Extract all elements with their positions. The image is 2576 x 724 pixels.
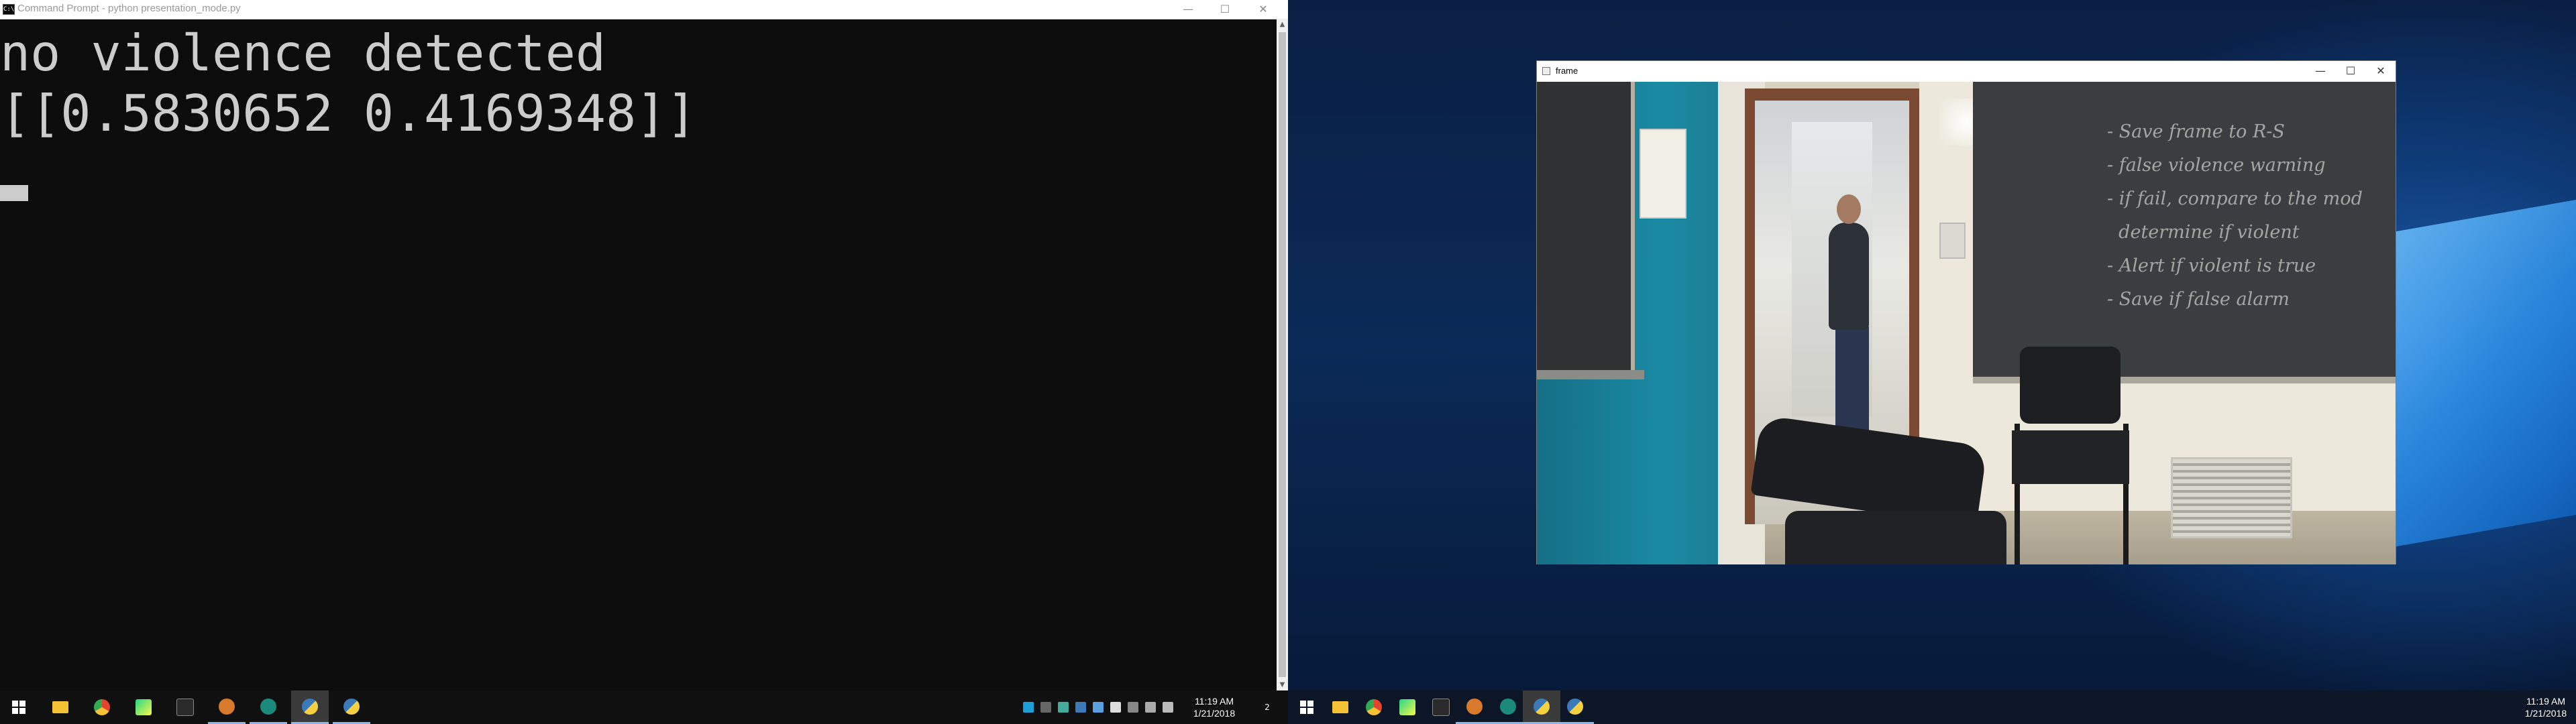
person-head: [1837, 194, 1861, 224]
minimize-button[interactable]: —: [2305, 61, 2336, 81]
keyboard-icon[interactable]: [1128, 702, 1138, 713]
taskbar-command-prompt[interactable]: [166, 690, 204, 724]
close-button[interactable]: ✕: [1248, 0, 1279, 19]
chrome-icon: [94, 699, 110, 715]
wall-outlet: [1939, 223, 1966, 259]
left-chalkboard: [1537, 82, 1635, 377]
notification-count: 2: [1265, 703, 1270, 712]
orange-app-icon: [1466, 698, 1483, 715]
frame-titlebar[interactable]: frame — ☐ ✕: [1537, 61, 2396, 81]
pycharm-icon: [136, 699, 152, 715]
close-button[interactable]: ✕: [2365, 61, 2396, 81]
taskbar-python-running[interactable]: [333, 690, 370, 724]
teal-circle-icon: [260, 698, 276, 715]
windows-wallpaper-logo: [2381, 194, 2576, 550]
console-output[interactable]: no violence detected [[0.5830652 0.416934…: [0, 23, 1271, 143]
taskbar-pycharm[interactable]: [1389, 690, 1426, 724]
taskbar-file-explorer[interactable]: [1322, 690, 1359, 724]
wall-vent: [2171, 457, 2292, 538]
taskbar-python-active[interactable]: [291, 690, 329, 724]
maximize-button[interactable]: ☐: [1210, 0, 1240, 19]
cmd-window-title: Command Prompt - python presentation_mod…: [17, 3, 241, 14]
python-icon: [302, 698, 318, 715]
python-icon: [1534, 698, 1550, 715]
notification-center-button[interactable]: 2: [1259, 699, 1275, 715]
frame-window: frame — ☐ ✕ - Save frame to R-S - false …: [1536, 60, 2396, 564]
output-line-probabilities: [[0.5830652 0.4169348]]: [0, 84, 697, 143]
taskbar-app-orange[interactable]: [1456, 690, 1493, 724]
taskbar-pycharm[interactable]: [125, 690, 162, 724]
wall-poster: [1640, 129, 1686, 219]
maximize-button[interactable]: ☐: [2335, 61, 2366, 81]
taskbar-app-teal[interactable]: [250, 690, 287, 724]
volume-icon[interactable]: [1163, 702, 1173, 713]
taskbar-file-explorer[interactable]: [42, 690, 79, 724]
chalkboard-writing: - Save frame to R-S - false violence war…: [2107, 121, 2363, 310]
taskbar-command-prompt[interactable]: [1422, 690, 1460, 724]
clock-date: 1/21/2018: [2524, 708, 2567, 719]
desktop-background: frame — ☐ ✕ - Save frame to R-S - false …: [1288, 0, 2576, 690]
chrome-icon: [1366, 699, 1382, 715]
console-cursor: [0, 185, 28, 201]
command-prompt-window: C:\ Command Prompt - python presentation…: [0, 0, 1288, 690]
scrollbar-thumb[interactable]: [1279, 32, 1286, 677]
start-button[interactable]: [0, 690, 38, 724]
windows-logo-icon: [12, 701, 25, 714]
taskbar-app-teal[interactable]: [1489, 690, 1527, 724]
python-icon: [1567, 698, 1583, 715]
taskbar-app-orange[interactable]: [208, 690, 246, 724]
windows-logo-icon: [1300, 701, 1313, 714]
window-app-icon: [1542, 67, 1550, 75]
python-icon: [343, 698, 360, 715]
scroll-up-arrow-icon[interactable]: ▲: [1277, 19, 1288, 30]
start-button[interactable]: [1288, 690, 1326, 724]
vertical-scrollbar[interactable]: ▲ ▼: [1277, 19, 1288, 690]
camera-frame-image: - Save frame to R-S - false violence war…: [1537, 82, 2396, 564]
orange-app-icon: [219, 698, 235, 715]
output-line-status: no violence detected: [0, 23, 606, 82]
network-tray-icon[interactable]: [1040, 702, 1051, 713]
bluetooth-icon[interactable]: [1075, 702, 1086, 713]
terminal-icon: [176, 699, 194, 716]
folder-icon: [52, 701, 68, 713]
cloud-icon[interactable]: [1093, 702, 1104, 713]
taskbar-chrome[interactable]: [83, 690, 121, 724]
folder-icon: [1332, 701, 1348, 713]
person-torso: [1829, 223, 1869, 330]
clock-time: 11:19 AM: [1194, 696, 1234, 707]
taskbar-python-active[interactable]: [1523, 690, 1560, 724]
person-legs: [1835, 326, 1869, 440]
taskbar-python-running[interactable]: [1556, 690, 1594, 724]
pycharm-icon: [1399, 699, 1415, 715]
cmd-titlebar[interactable]: C:\ Command Prompt - python presentation…: [0, 0, 1288, 19]
wifi-icon[interactable]: [1145, 702, 1156, 713]
taskbar-chrome[interactable]: [1355, 690, 1393, 724]
cmd-app-icon: C:\: [3, 4, 15, 15]
teal-circle-icon: [1500, 698, 1516, 715]
chat-tray-icon[interactable]: [1058, 702, 1069, 713]
frame-window-title: frame: [1556, 66, 1578, 76]
foreground-chair-seat: [1785, 511, 2006, 564]
system-tray: 11:19 AM 1/21/2018 2: [1023, 690, 1288, 724]
taskbar-right: 11:19 AM 1/21/2018: [1288, 690, 2576, 724]
clock-date: 1/21/2018: [1193, 708, 1236, 719]
taskbar-clock[interactable]: 11:19 AM 1/21/2018: [1184, 695, 1244, 719]
folding-chair-seat: [2012, 430, 2129, 484]
taskbar-clock[interactable]: 11:19 AM 1/21/2018: [2516, 695, 2576, 719]
minimize-button[interactable]: —: [1173, 0, 1203, 19]
folding-chair-back: [2020, 347, 2121, 424]
taskbar-left: 11:19 AM 1/21/2018 2: [0, 690, 1288, 724]
terminal-icon: [1432, 699, 1450, 716]
scroll-down-arrow-icon[interactable]: ▼: [1277, 679, 1288, 690]
app-tray-icon[interactable]: [1023, 702, 1034, 713]
chalk-tray: [1537, 370, 1644, 379]
battery-icon[interactable]: [1110, 702, 1121, 713]
clock-time: 11:19 AM: [2526, 696, 2566, 707]
